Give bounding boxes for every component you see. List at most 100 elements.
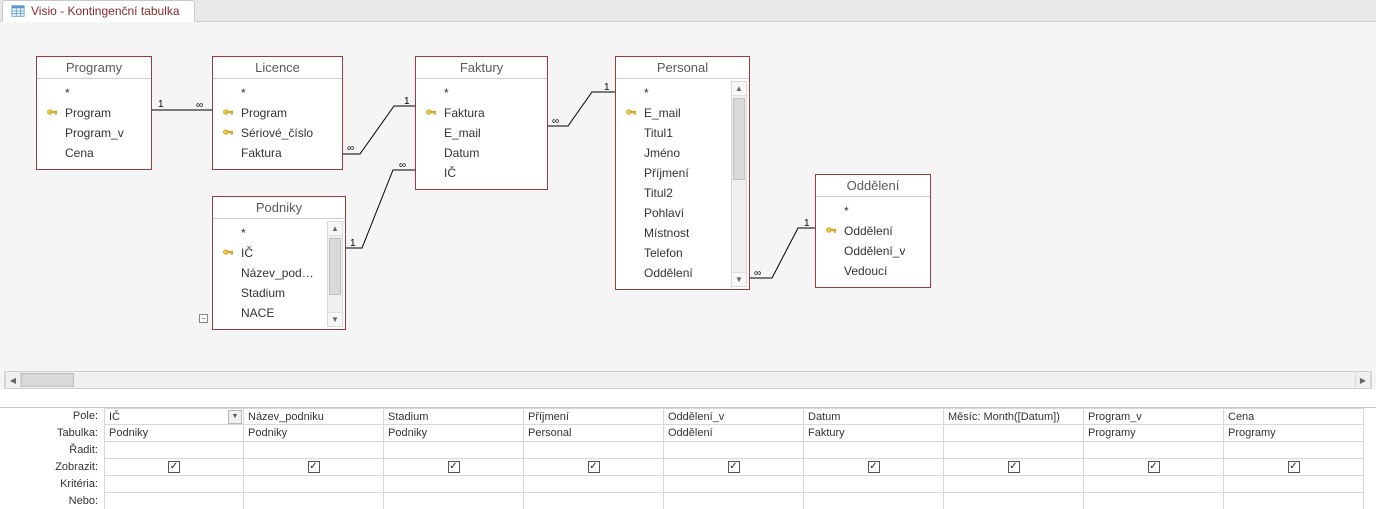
grid-cell[interactable]: ✓ [384,459,524,476]
grid-cell[interactable]: IČ▼ [104,408,244,425]
show-checkbox[interactable]: ✓ [588,461,600,473]
grid-cell[interactable]: Stadium [384,408,524,425]
field-row[interactable]: Sériové_číslo [213,123,342,143]
field-row[interactable]: IČ [213,243,325,263]
scroll-left-arrow-icon[interactable]: ◀ [5,372,21,388]
scroll-up-arrow-icon[interactable]: ▲ [732,82,746,96]
scroll-down-arrow-icon[interactable]: ▼ [732,272,746,286]
show-checkbox[interactable]: ✓ [1008,461,1020,473]
vertical-scrollbar[interactable]: ▲ ▼ [327,221,343,327]
field-row[interactable]: Titul1 [616,123,729,143]
field-row[interactable]: Faktura [416,103,547,123]
show-checkbox[interactable]: ✓ [308,461,320,473]
grid-cell[interactable] [804,476,944,493]
field-row[interactable]: E_mail [616,103,729,123]
grid-cell[interactable] [1084,476,1224,493]
field-row[interactable]: * [416,83,547,103]
table-personal[interactable]: Personal *E_mailTitul1JménoPříjmeníTitul… [615,56,750,290]
field-row[interactable]: Oddělení [616,263,729,283]
field-row[interactable]: Faktura [213,143,342,163]
horizontal-scrollbar[interactable]: ◀ ▶ [4,371,1372,389]
table-faktury[interactable]: Faktury *FakturaE_mailDatumIČ [415,56,548,190]
field-row[interactable]: IČ [416,163,547,183]
grid-cell[interactable] [944,442,1084,459]
grid-cell[interactable] [804,493,944,509]
grid-cell[interactable] [804,442,944,459]
grid-cell[interactable]: ✓ [1084,459,1224,476]
grid-cell[interactable]: Personal [524,425,664,442]
show-checkbox[interactable]: ✓ [1148,461,1160,473]
grid-cell[interactable] [944,425,1084,442]
field-row[interactable]: Program [37,103,151,123]
table-podniky[interactable]: Podniky *IČNázev_podnikuStadiumNACE ▲ ▼ … [212,196,346,330]
grid-cell[interactable] [944,493,1084,509]
grid-cell[interactable] [384,442,524,459]
grid-cell[interactable] [1084,442,1224,459]
grid-cell[interactable] [1224,442,1364,459]
grid-cell[interactable] [104,493,244,509]
field-row[interactable]: Program_v [37,123,151,143]
grid-cell[interactable]: Program_v [1084,408,1224,425]
grid-cell[interactable]: Podniky [104,425,244,442]
vertical-scrollbar[interactable]: ▲ ▼ [731,81,747,287]
grid-cell[interactable] [244,442,384,459]
scroll-right-arrow-icon[interactable]: ▶ [1355,372,1371,388]
show-checkbox[interactable]: ✓ [448,461,460,473]
scrollbar-thumb[interactable] [733,98,745,180]
field-row[interactable]: Stadium [213,283,325,303]
scrollbar-thumb[interactable] [329,238,341,295]
grid-cell[interactable] [524,442,664,459]
show-checkbox[interactable]: ✓ [868,461,880,473]
grid-cell[interactable]: ✓ [244,459,384,476]
show-checkbox[interactable]: ✓ [168,461,180,473]
field-row[interactable]: Oddělení_v [816,241,930,261]
field-row[interactable]: * [616,83,729,103]
field-row[interactable]: * [213,223,325,243]
scroll-up-arrow-icon[interactable]: ▲ [328,222,342,236]
grid-cell[interactable] [664,442,804,459]
grid-cell[interactable] [1224,476,1364,493]
expand-toggle[interactable]: − [199,314,208,323]
grid-cell[interactable]: ✓ [524,459,664,476]
grid-cell[interactable]: ✓ [104,459,244,476]
field-row[interactable]: Titul2 [616,183,729,203]
grid-cell[interactable] [944,476,1084,493]
grid-cell[interactable] [104,442,244,459]
grid-cell[interactable]: Oddělení_v [664,408,804,425]
grid-cell[interactable] [104,476,244,493]
grid-cell[interactable] [524,493,664,509]
grid-cell[interactable]: Cena [1224,408,1364,425]
query-tab[interactable]: Visio - Kontingenční tabulka [2,0,195,22]
grid-cell[interactable] [1224,493,1364,509]
grid-cell[interactable] [384,476,524,493]
show-checkbox[interactable]: ✓ [728,461,740,473]
field-row[interactable]: Jméno [616,143,729,163]
grid-cell[interactable]: Podniky [244,425,384,442]
hscroll-thumb[interactable] [21,373,74,387]
field-row[interactable]: Pohlaví [616,203,729,223]
grid-cell[interactable] [1084,493,1224,509]
dropdown-arrow-icon[interactable]: ▼ [228,410,242,424]
field-row[interactable]: Program [213,103,342,123]
scroll-down-arrow-icon[interactable]: ▼ [328,312,342,326]
grid-cell[interactable]: ✓ [944,459,1084,476]
grid-cell[interactable]: ✓ [664,459,804,476]
grid-cell[interactable]: Oddělení [664,425,804,442]
grid-cell[interactable] [664,476,804,493]
grid-cell[interactable]: ✓ [804,459,944,476]
field-row[interactable]: Telefon [616,243,729,263]
grid-cell[interactable] [244,476,384,493]
grid-cell[interactable] [384,493,524,509]
field-row[interactable]: * [37,83,151,103]
field-row[interactable]: E_mail [416,123,547,143]
field-row[interactable]: * [816,201,930,221]
grid-cell[interactable]: ✓ [1224,459,1364,476]
field-row[interactable]: Cena [37,143,151,163]
field-row[interactable]: Oddělení [816,221,930,241]
grid-cell[interactable]: Programy [1084,425,1224,442]
field-row[interactable]: NACE [213,303,325,323]
grid-cell[interactable]: Datum [804,408,944,425]
grid-cell[interactable] [244,493,384,509]
grid-cell[interactable] [664,493,804,509]
field-row[interactable]: Vedoucí [816,261,930,281]
